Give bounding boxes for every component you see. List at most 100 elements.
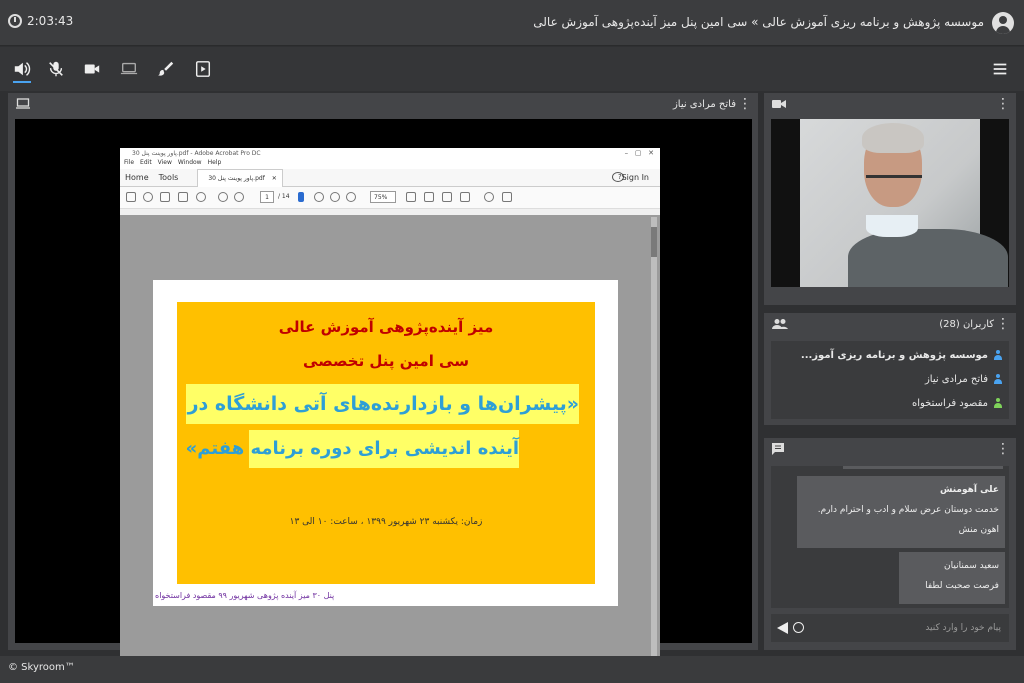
- window-controls[interactable]: – ▢ ✕: [625, 148, 654, 159]
- user-name: مقصود فراستخواه: [912, 397, 988, 409]
- footer-brand: © Skyroom™: [8, 662, 75, 673]
- room-title: موسسه پژوهش و برنامه ریزی آموزش عالی » س…: [533, 15, 984, 29]
- users-panel-header: ⋮ کاربران (28): [764, 313, 1016, 335]
- mic-off-icon[interactable]: [46, 59, 66, 79]
- acrobat-tabs: Home Tools پاور پوینت پنل 30.pdf ✕ ? Sig…: [120, 168, 660, 187]
- acrobat-menu-bar: File Edit View Window Help: [120, 159, 660, 169]
- select-cursor-icon[interactable]: [298, 192, 304, 202]
- comment-icon[interactable]: [484, 192, 494, 202]
- page-total: / 14: [278, 193, 290, 200]
- users-icon: [772, 318, 788, 333]
- account-icon[interactable]: [992, 12, 1014, 34]
- message-text: خدمت دوستان عرض سلام و ادب و احترام دارم…: [817, 505, 999, 535]
- vertical-scrollbar[interactable]: [651, 217, 657, 666]
- slide-date: زمان: یکشنبه ۲۳ شهریور ۱۳۹۹ ، ساعت: ۱۰ ا…: [289, 517, 483, 527]
- message-author: علی آهومنش: [940, 485, 999, 495]
- menu-icon[interactable]: [990, 59, 1010, 79]
- screen-share-icon[interactable]: [119, 59, 139, 79]
- camera-icon[interactable]: [82, 59, 102, 79]
- presentation-panel: ⋮ فاتح مرادی نیاز پاور پوینت پنل 30.pdf …: [8, 93, 758, 668]
- volume-active-indicator: [13, 81, 31, 83]
- acrobat-toolbar: 1 / 14 75%: [120, 187, 660, 209]
- screen-icon: [16, 98, 30, 113]
- send-icon[interactable]: [777, 622, 788, 634]
- toolbar: [0, 47, 1024, 91]
- doc-tab-label: پاور پوینت پنل 30.pdf: [208, 174, 265, 182]
- zoom-out-icon[interactable]: [330, 192, 340, 202]
- presenter-name: فاتح مرادی نیاز: [672, 98, 736, 110]
- tab-tools[interactable]: Tools: [154, 173, 184, 182]
- chat-input-bar: پیام خود را وارد کنید: [771, 614, 1009, 642]
- slide-line-1: میز آینده‌پژوهی آموزش عالی: [278, 318, 494, 336]
- more-options-icon[interactable]: ⋮: [996, 317, 1010, 331]
- fit-icon[interactable]: [424, 192, 434, 202]
- brush-icon[interactable]: [156, 59, 176, 79]
- menu-edit[interactable]: Edit: [140, 159, 152, 169]
- more-options-icon[interactable]: ⋮: [996, 442, 1010, 456]
- prev-page-icon[interactable]: [218, 192, 228, 202]
- presenter-mask: [866, 215, 918, 237]
- slide-content: میز آینده‌پژوهی آموزش عالی سی امین پنل ت…: [177, 302, 595, 584]
- presenter-body: [848, 229, 1008, 287]
- chat-input[interactable]: پیام خود را وارد کنید: [925, 623, 1001, 633]
- acrobat-window-title: پاور پوینت پنل 30.pdf - Adobe Acrobat Pr…: [132, 150, 261, 157]
- person-icon: [993, 398, 1003, 408]
- acrobat-window: پاور پوینت پنل 30.pdf - Adobe Acrobat Pr…: [120, 148, 660, 668]
- footer: © Skyroom™: [0, 656, 1024, 683]
- volume-icon[interactable]: [12, 59, 32, 79]
- chat-icon: [772, 443, 784, 458]
- menu-view[interactable]: View: [158, 159, 172, 169]
- users-count-title: کاربران (28): [939, 318, 994, 330]
- zoom-in-icon[interactable]: [346, 192, 356, 202]
- upload-icon[interactable]: [143, 192, 153, 202]
- create-icon[interactable]: [126, 192, 136, 202]
- user-row[interactable]: فاتح مرادی نیاز: [925, 369, 1003, 389]
- tab-document[interactable]: پاور پوینت پنل 30.pdf ✕: [197, 168, 283, 187]
- user-row[interactable]: مقصود فراستخواه: [912, 393, 1003, 413]
- message-author: سعید سمنانیان: [944, 561, 999, 571]
- tab-home[interactable]: Home: [120, 173, 154, 182]
- camera-panel: ⋮: [764, 93, 1016, 305]
- user-name: فاتح مرادی نیاز: [924, 373, 988, 385]
- hand-icon[interactable]: [314, 192, 324, 202]
- webcam-background: [800, 119, 1008, 287]
- next-page-icon[interactable]: [234, 192, 244, 202]
- chat-panel-header: ⋮: [764, 438, 1016, 460]
- sign-in-link[interactable]: Sign In: [617, 173, 654, 182]
- more-options-icon[interactable]: ⋮: [738, 97, 752, 111]
- stamp-icon[interactable]: [460, 192, 470, 202]
- slide-highlight-1: «پیشران‌ها و بازدارنده‌های آتی دانشگاه د…: [186, 384, 579, 424]
- more-options-icon[interactable]: ⋮: [996, 97, 1010, 111]
- zoom-select[interactable]: 75%: [370, 191, 396, 203]
- video-icon: [772, 98, 786, 113]
- menu-help[interactable]: Help: [208, 159, 222, 169]
- previous-message-edge: [843, 466, 1003, 469]
- find-icon[interactable]: [196, 192, 206, 202]
- presentation-icon[interactable]: [193, 59, 213, 79]
- page-number-input[interactable]: 1: [260, 191, 274, 203]
- chat-message: سعید سمنانیان فرصت صحبت لطفا: [899, 552, 1005, 604]
- message-text: فرصت صحبت لطفا: [925, 581, 999, 591]
- scrollbar-thumb[interactable]: [651, 227, 657, 257]
- fullscreen-icon[interactable]: [442, 192, 452, 202]
- slide-highlight-2: آینده اندیشی برای دوره برنامه هفتم»: [186, 430, 519, 468]
- users-list: موسسه پژوهش و برنامه ریزی آموز... فاتح م…: [771, 341, 1009, 419]
- pdf-slide-page: میز آینده‌پژوهی آموزش عالی سی امین پنل ت…: [153, 280, 618, 606]
- chat-message: علی آهومنش خدمت دوستان عرض سلام و ادب و …: [797, 476, 1005, 548]
- user-row[interactable]: موسسه پژوهش و برنامه ریزی آموز...: [801, 345, 1003, 365]
- menu-window[interactable]: Window: [178, 159, 202, 169]
- presenter-glasses: [866, 175, 922, 185]
- users-panel: ⋮ کاربران (28) موسسه پژوهش و برنامه ریزی…: [764, 313, 1016, 425]
- menu-file[interactable]: File: [124, 159, 134, 169]
- clock-icon: [8, 14, 22, 28]
- pen-icon[interactable]: [502, 192, 512, 202]
- slide-line-2: سی امین پنل تخصصی: [303, 352, 469, 370]
- chat-panel: ⋮ علی آهومنش خدمت دوستان عرض سلام و ادب …: [764, 438, 1016, 650]
- acrobat-document-area[interactable]: میز آینده‌پژوهی آموزش عالی سی امین پنل ت…: [120, 215, 660, 668]
- print-icon[interactable]: [160, 192, 170, 202]
- chat-messages[interactable]: علی آهومنش خدمت دوستان عرض سلام و ادب و …: [771, 466, 1009, 608]
- acrobat-title-bar: پاور پوینت پنل 30.pdf - Adobe Acrobat Pr…: [120, 148, 660, 159]
- crop-icon[interactable]: [406, 192, 416, 202]
- emoji-icon[interactable]: [793, 622, 804, 633]
- mail-icon[interactable]: [178, 192, 188, 202]
